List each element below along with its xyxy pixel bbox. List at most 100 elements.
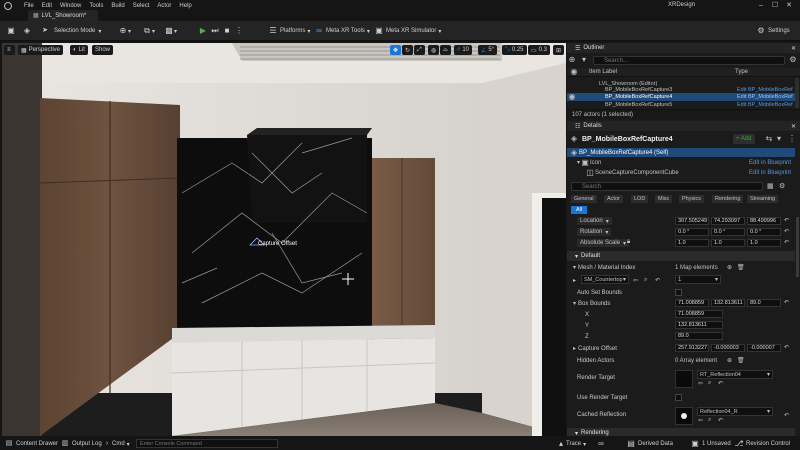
- outliner-row[interactable]: BP_MobileBoxRefCapture5 Edit BP_MobileBo…: [567, 101, 795, 108]
- edit-in-blueprint-link[interactable]: Edit in Blueprint: [749, 170, 791, 176]
- filter-tab-lod[interactable]: LOD: [631, 195, 649, 203]
- location-z[interactable]: 88.499996: [747, 217, 781, 225]
- scale-snap[interactable]: ⤡ 0.25: [502, 45, 527, 55]
- camera-speed[interactable]: ▭ 0.3: [528, 45, 551, 55]
- box-z-value[interactable]: 89.0: [675, 332, 723, 340]
- insights-button[interactable]: ∞: [596, 438, 606, 450]
- blueprint-options-icon[interactable]: ⇆: [764, 134, 774, 144]
- box-bounds-x[interactable]: 71.008859: [675, 299, 709, 307]
- close-icon[interactable]: ✕: [782, 1, 796, 9]
- meta-xr-simulator-button[interactable]: ▣ Meta XR Simulator ▾: [374, 25, 441, 37]
- scale-label[interactable]: Absolute Scale ▾: [577, 239, 630, 247]
- filter-tab-all[interactable]: All: [571, 206, 588, 214]
- menu-actor[interactable]: Actor: [157, 3, 171, 9]
- filter-tab-streaming[interactable]: Streaming: [747, 195, 779, 203]
- box-bounds-z[interactable]: 89.0: [747, 299, 781, 307]
- grid-view-icon[interactable]: ▦: [767, 182, 774, 190]
- grid-snap[interactable]: # 10: [454, 45, 473, 55]
- minimize-icon[interactable]: –: [754, 2, 768, 9]
- reset-icon[interactable]: ↶: [784, 239, 789, 246]
- edit-in-blueprint-link[interactable]: Edit in Blueprint: [749, 160, 791, 166]
- level-viewport[interactable]: Capture Offset: [2, 43, 566, 436]
- outliner-search-input[interactable]: Search...: [593, 56, 785, 65]
- chevron-down-icon[interactable]: ▾: [774, 134, 784, 144]
- arrow-left-icon[interactable]: ⇦: [698, 417, 703, 424]
- close-icon[interactable]: ✕: [791, 45, 796, 52]
- outliner-settings-button[interactable]: ⚙: [788, 55, 798, 65]
- reset-icon[interactable]: ↶: [718, 417, 723, 424]
- revision-control-button[interactable]: ⎇ Revision Control: [734, 438, 790, 450]
- play-options-button[interactable]: ⋮: [234, 25, 244, 37]
- rotation-y[interactable]: 0.0 °: [711, 228, 745, 236]
- blueprint-button[interactable]: ⧉ ▾: [142, 25, 155, 37]
- details-tab[interactable]: ☷ Details ✕: [567, 121, 800, 131]
- filter-tab-rendering[interactable]: Rendering: [712, 195, 744, 203]
- mesh-key-dropdown[interactable]: SM_Countertop ▾: [581, 275, 629, 284]
- capture-offset-y[interactable]: -0.000003: [711, 344, 745, 352]
- perspective-button[interactable]: ▦ Perspective: [18, 45, 64, 55]
- outliner-row-type[interactable]: Edit BP_MobileBoxRef: [737, 94, 793, 100]
- outliner-row-selected[interactable]: ◉ BP_MobileBoxRefCapture4 Edit BP_Mobile…: [567, 92, 795, 101]
- reset-icon[interactable]: ↶: [655, 277, 660, 284]
- scale-z[interactable]: 1.0: [747, 239, 781, 247]
- add-component-button[interactable]: + Add: [733, 134, 755, 144]
- menu-build[interactable]: Build: [111, 3, 124, 9]
- menu-select[interactable]: Select: [133, 3, 150, 9]
- browse-icon[interactable]: ⌕: [708, 417, 711, 424]
- platforms-button[interactable]: ☰ Platforms ▾: [268, 25, 310, 37]
- browse-icon[interactable]: ⌕: [708, 380, 711, 387]
- level-tab[interactable]: ▦ LVL_Showroom*: [28, 10, 98, 21]
- filter-tab-actor[interactable]: Actor: [604, 195, 623, 203]
- close-icon[interactable]: ✕: [791, 123, 796, 130]
- box-x-value[interactable]: 71.008859: [675, 310, 723, 318]
- selection-mode-button[interactable]: ➤ Selection Mode ▾: [40, 25, 101, 37]
- scale-tool[interactable]: ⤢: [414, 45, 425, 55]
- filter-tab-misc[interactable]: Misc: [655, 195, 673, 203]
- rotation-x[interactable]: 0.0 °: [675, 228, 709, 236]
- default-section-header[interactable]: ▾ Default: [567, 251, 795, 261]
- reset-icon[interactable]: ↶: [784, 217, 789, 224]
- mesh-value-dropdown[interactable]: 1 ▾: [675, 275, 721, 284]
- menu-file[interactable]: File: [24, 3, 34, 9]
- gear-icon[interactable]: ⚙: [779, 182, 785, 190]
- world-local-toggle[interactable]: ◍: [428, 45, 440, 55]
- details-search-input[interactable]: Search: [571, 182, 763, 191]
- location-y[interactable]: 74.293097: [711, 217, 745, 225]
- show-button[interactable]: Show: [92, 45, 114, 55]
- scale-y[interactable]: 1.0: [711, 239, 745, 247]
- reset-icon[interactable]: ↶: [718, 380, 723, 387]
- output-log-button[interactable]: ▥ Output Log: [60, 438, 102, 450]
- content-button[interactable]: ◈: [22, 25, 32, 37]
- render-target-thumbnail[interactable]: [675, 370, 693, 388]
- menu-help[interactable]: Help: [179, 3, 191, 9]
- viewport-menu-button[interactable]: ≡: [4, 45, 15, 55]
- save-button[interactable]: ▣: [6, 25, 16, 37]
- location-x[interactable]: 307.505249: [675, 217, 709, 225]
- component-row[interactable]: ◫ SceneCaptureComponentCube Edit in Blue…: [567, 168, 795, 177]
- play-button[interactable]: ▶: [198, 25, 208, 37]
- rotation-label[interactable]: Rotation ▾: [577, 228, 612, 236]
- stop-button[interactable]: ■: [222, 25, 232, 37]
- rendering-section-header[interactable]: ▾ Rendering: [567, 428, 795, 436]
- step-button[interactable]: ⏭: [210, 25, 220, 37]
- unsaved-button[interactable]: ▣ 1 Unsaved: [690, 438, 730, 450]
- lit-button[interactable]: ◐ Lit: [70, 45, 88, 55]
- box-bounds-y[interactable]: 132.813611: [711, 299, 745, 307]
- outliner-row-type[interactable]: Edit BP_MobileBoxRef: [737, 102, 793, 108]
- add-element-icon[interactable]: ⊕: [727, 357, 732, 364]
- scale-x[interactable]: 1.0: [675, 239, 709, 247]
- auto-set-bounds-checkbox[interactable]: [675, 289, 682, 296]
- more-icon[interactable]: ⋮: [787, 134, 797, 144]
- browse-icon[interactable]: ⌕: [644, 277, 647, 284]
- create-button[interactable]: ⊕ ▾: [118, 25, 131, 37]
- viewport-layout-button[interactable]: ⊞: [553, 45, 565, 55]
- trash-icon[interactable]: 🗑︎: [737, 357, 745, 364]
- arrow-left-icon[interactable]: ⇦: [633, 277, 638, 284]
- surface-snap[interactable]: ⌓: [440, 45, 451, 55]
- capture-offset-x[interactable]: 257.913227: [675, 344, 709, 352]
- menu-edit[interactable]: Edit: [42, 3, 52, 9]
- reset-icon[interactable]: ↶: [784, 299, 789, 306]
- reset-icon[interactable]: ↶: [784, 344, 789, 351]
- rotate-tool[interactable]: ↻: [402, 45, 414, 55]
- box-y-value[interactable]: 132.813611: [675, 321, 723, 329]
